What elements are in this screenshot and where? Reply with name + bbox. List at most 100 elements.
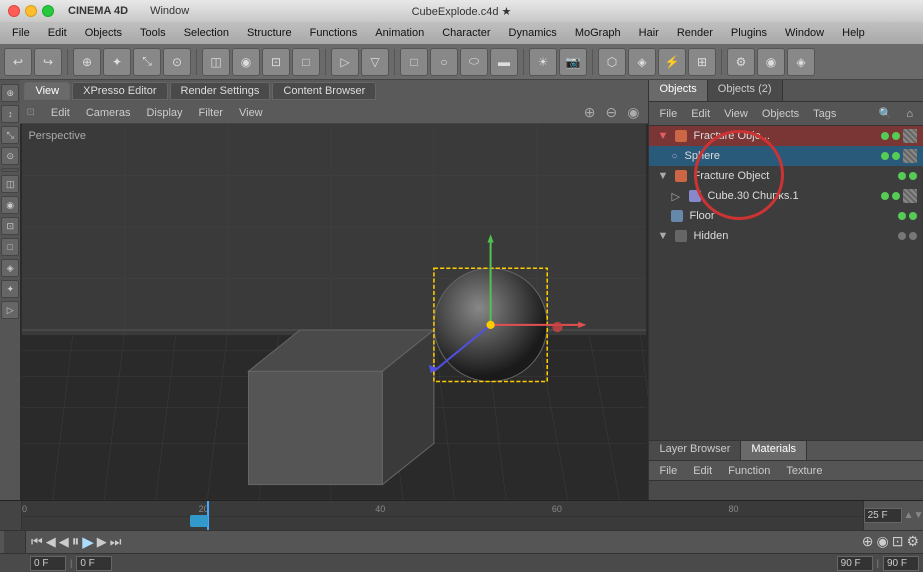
poly-tool[interactable]: □ [1,238,19,256]
tab-view[interactable]: View [24,82,70,100]
menu-tools[interactable]: Tools [132,25,174,41]
render-multi[interactable]: ◈ [787,48,815,76]
select-tool[interactable]: ⊕ [73,48,101,76]
menu-functions[interactable]: Functions [302,25,366,41]
timeline-track[interactable]: 0 20 40 60 80 [22,501,863,530]
menu-help[interactable]: Help [834,25,873,41]
maximize-button[interactable] [42,5,54,17]
btn-render-anim[interactable]: ⚙ [906,533,919,550]
btn-prev-frame[interactable]: ◀ [46,534,56,550]
paint-tool[interactable]: ✦ [1,280,19,298]
redo-button[interactable]: ↪ [34,48,62,76]
render-settings[interactable]: ⚙ [727,48,755,76]
menu-hair[interactable]: Hair [631,25,667,41]
vp-full-icon[interactable]: ◉ [627,104,639,121]
uv-tool[interactable]: ◈ [1,259,19,277]
model-tool[interactable]: ◫ [1,175,19,193]
render-button[interactable]: ▷ [331,48,359,76]
add-light[interactable]: ☀ [529,48,557,76]
btn-prev-key[interactable]: ◀ [59,534,69,550]
obj-file-menu[interactable]: File [653,107,683,121]
obj-cube-chunks[interactable]: ▷ Cube.30 Chunks.1 [649,186,923,206]
dynamics-tool[interactable]: ⚡ [658,48,686,76]
tab-content-browser[interactable]: Content Browser [272,82,376,100]
point-mode[interactable]: ◉ [232,48,260,76]
rotate-mode-tool[interactable]: ⊙ [1,147,19,165]
render-region[interactable]: ▽ [361,48,389,76]
point-tool[interactable]: ◉ [1,196,19,214]
tab-layer-browser[interactable]: Layer Browser [649,441,741,460]
obj-fracture-1[interactable]: ▼ Fracture Obje... [649,126,923,146]
menu-character[interactable]: Character [434,25,498,41]
end-frame-input[interactable] [837,556,873,571]
polygon-mode[interactable]: □ [292,48,320,76]
tab-xpresso[interactable]: XPresso Editor [72,82,167,100]
move-tool[interactable]: ✦ [103,48,131,76]
menu-selection[interactable]: Selection [176,25,237,41]
scale-mode-tool[interactable]: ⤡ [1,126,19,144]
vp-filter-menu[interactable]: Filter [193,106,229,120]
objects-tab[interactable]: Objects [649,80,707,101]
add-cube[interactable]: □ [400,48,428,76]
undo-button[interactable]: ↩ [4,48,32,76]
vp-display-menu[interactable]: Display [140,106,188,120]
sculpt-tool[interactable]: ▷ [1,301,19,319]
scale-tool[interactable]: ⤡ [133,48,161,76]
add-plane[interactable]: ▬ [490,48,518,76]
add-camera[interactable]: 📷 [559,48,587,76]
select-mode-tool[interactable]: ⊕ [1,84,19,102]
fps-input[interactable] [864,508,902,523]
btn-play[interactable]: ▶ [82,533,94,551]
timeline-bar[interactable] [190,515,208,527]
fracture-tool[interactable]: ⬡ [598,48,626,76]
rotate-tool[interactable]: ⊙ [163,48,191,76]
menu-objects[interactable]: Objects [77,25,130,41]
obj-edit-menu[interactable]: Edit [685,107,716,121]
edge-mode[interactable]: ⊡ [262,48,290,76]
menu-render[interactable]: Render [669,25,721,41]
obj-floor[interactable]: Floor [649,206,923,226]
menu-mograph[interactable]: MoGraph [567,25,629,41]
vp-edit-menu[interactable]: Edit [45,106,76,120]
close-button[interactable] [8,5,20,17]
obj-tags-menu[interactable]: Tags [807,107,842,121]
obj-objects-menu[interactable]: Objects [756,107,805,121]
bp-texture[interactable]: Texture [780,464,828,478]
vp-cameras-menu[interactable]: Cameras [80,106,137,120]
menu-window[interactable]: Window [777,25,832,41]
obj-fracture-2[interactable]: ▼ Fracture Object [649,166,923,186]
start-frame-input[interactable] [76,556,112,571]
add-cylinder[interactable]: ⬭ [460,48,488,76]
effector-tool[interactable]: ⊞ [688,48,716,76]
vp-expand-icon[interactable]: ⊕ [584,104,596,121]
btn-anim-mode[interactable]: ◉ [876,533,888,550]
btn-goto-end[interactable]: ⏭ [110,534,122,550]
vp-view-menu[interactable]: View [233,106,269,120]
menu-dynamics[interactable]: Dynamics [501,25,565,41]
btn-pause[interactable]: ⏸ [72,533,80,550]
tab-render-settings[interactable]: Render Settings [170,82,271,100]
menu-file[interactable]: File [4,25,38,41]
bp-function[interactable]: Function [722,464,776,478]
object-mode[interactable]: ◫ [202,48,230,76]
obj-search-icon[interactable]: 🔍 [873,106,899,121]
move-mode-tool[interactable]: ↕ [1,105,19,123]
max-frame-input[interactable] [883,556,919,571]
btn-motion[interactable]: ⊡ [892,533,904,550]
menu-animation[interactable]: Animation [367,25,432,41]
obj-view-menu[interactable]: View [718,107,754,121]
bp-file[interactable]: File [653,464,683,478]
window-menu[interactable]: Window [150,5,189,17]
objects-tab-2[interactable]: Objects (2) [708,80,783,101]
minimize-button[interactable] [25,5,37,17]
menu-structure[interactable]: Structure [239,25,300,41]
obj-home-icon[interactable]: ⌂ [900,107,919,121]
mograph-tool[interactable]: ◈ [628,48,656,76]
btn-record[interactable]: ⊕ [862,533,874,550]
menu-edit[interactable]: Edit [40,25,75,41]
render-full[interactable]: ◉ [757,48,785,76]
viewport-canvas[interactable]: Perspective [20,124,648,500]
edge-tool[interactable]: ⊡ [1,217,19,235]
btn-next-key[interactable]: ▶ [97,534,107,550]
vp-collapse-icon[interactable]: ⊖ [606,104,618,121]
